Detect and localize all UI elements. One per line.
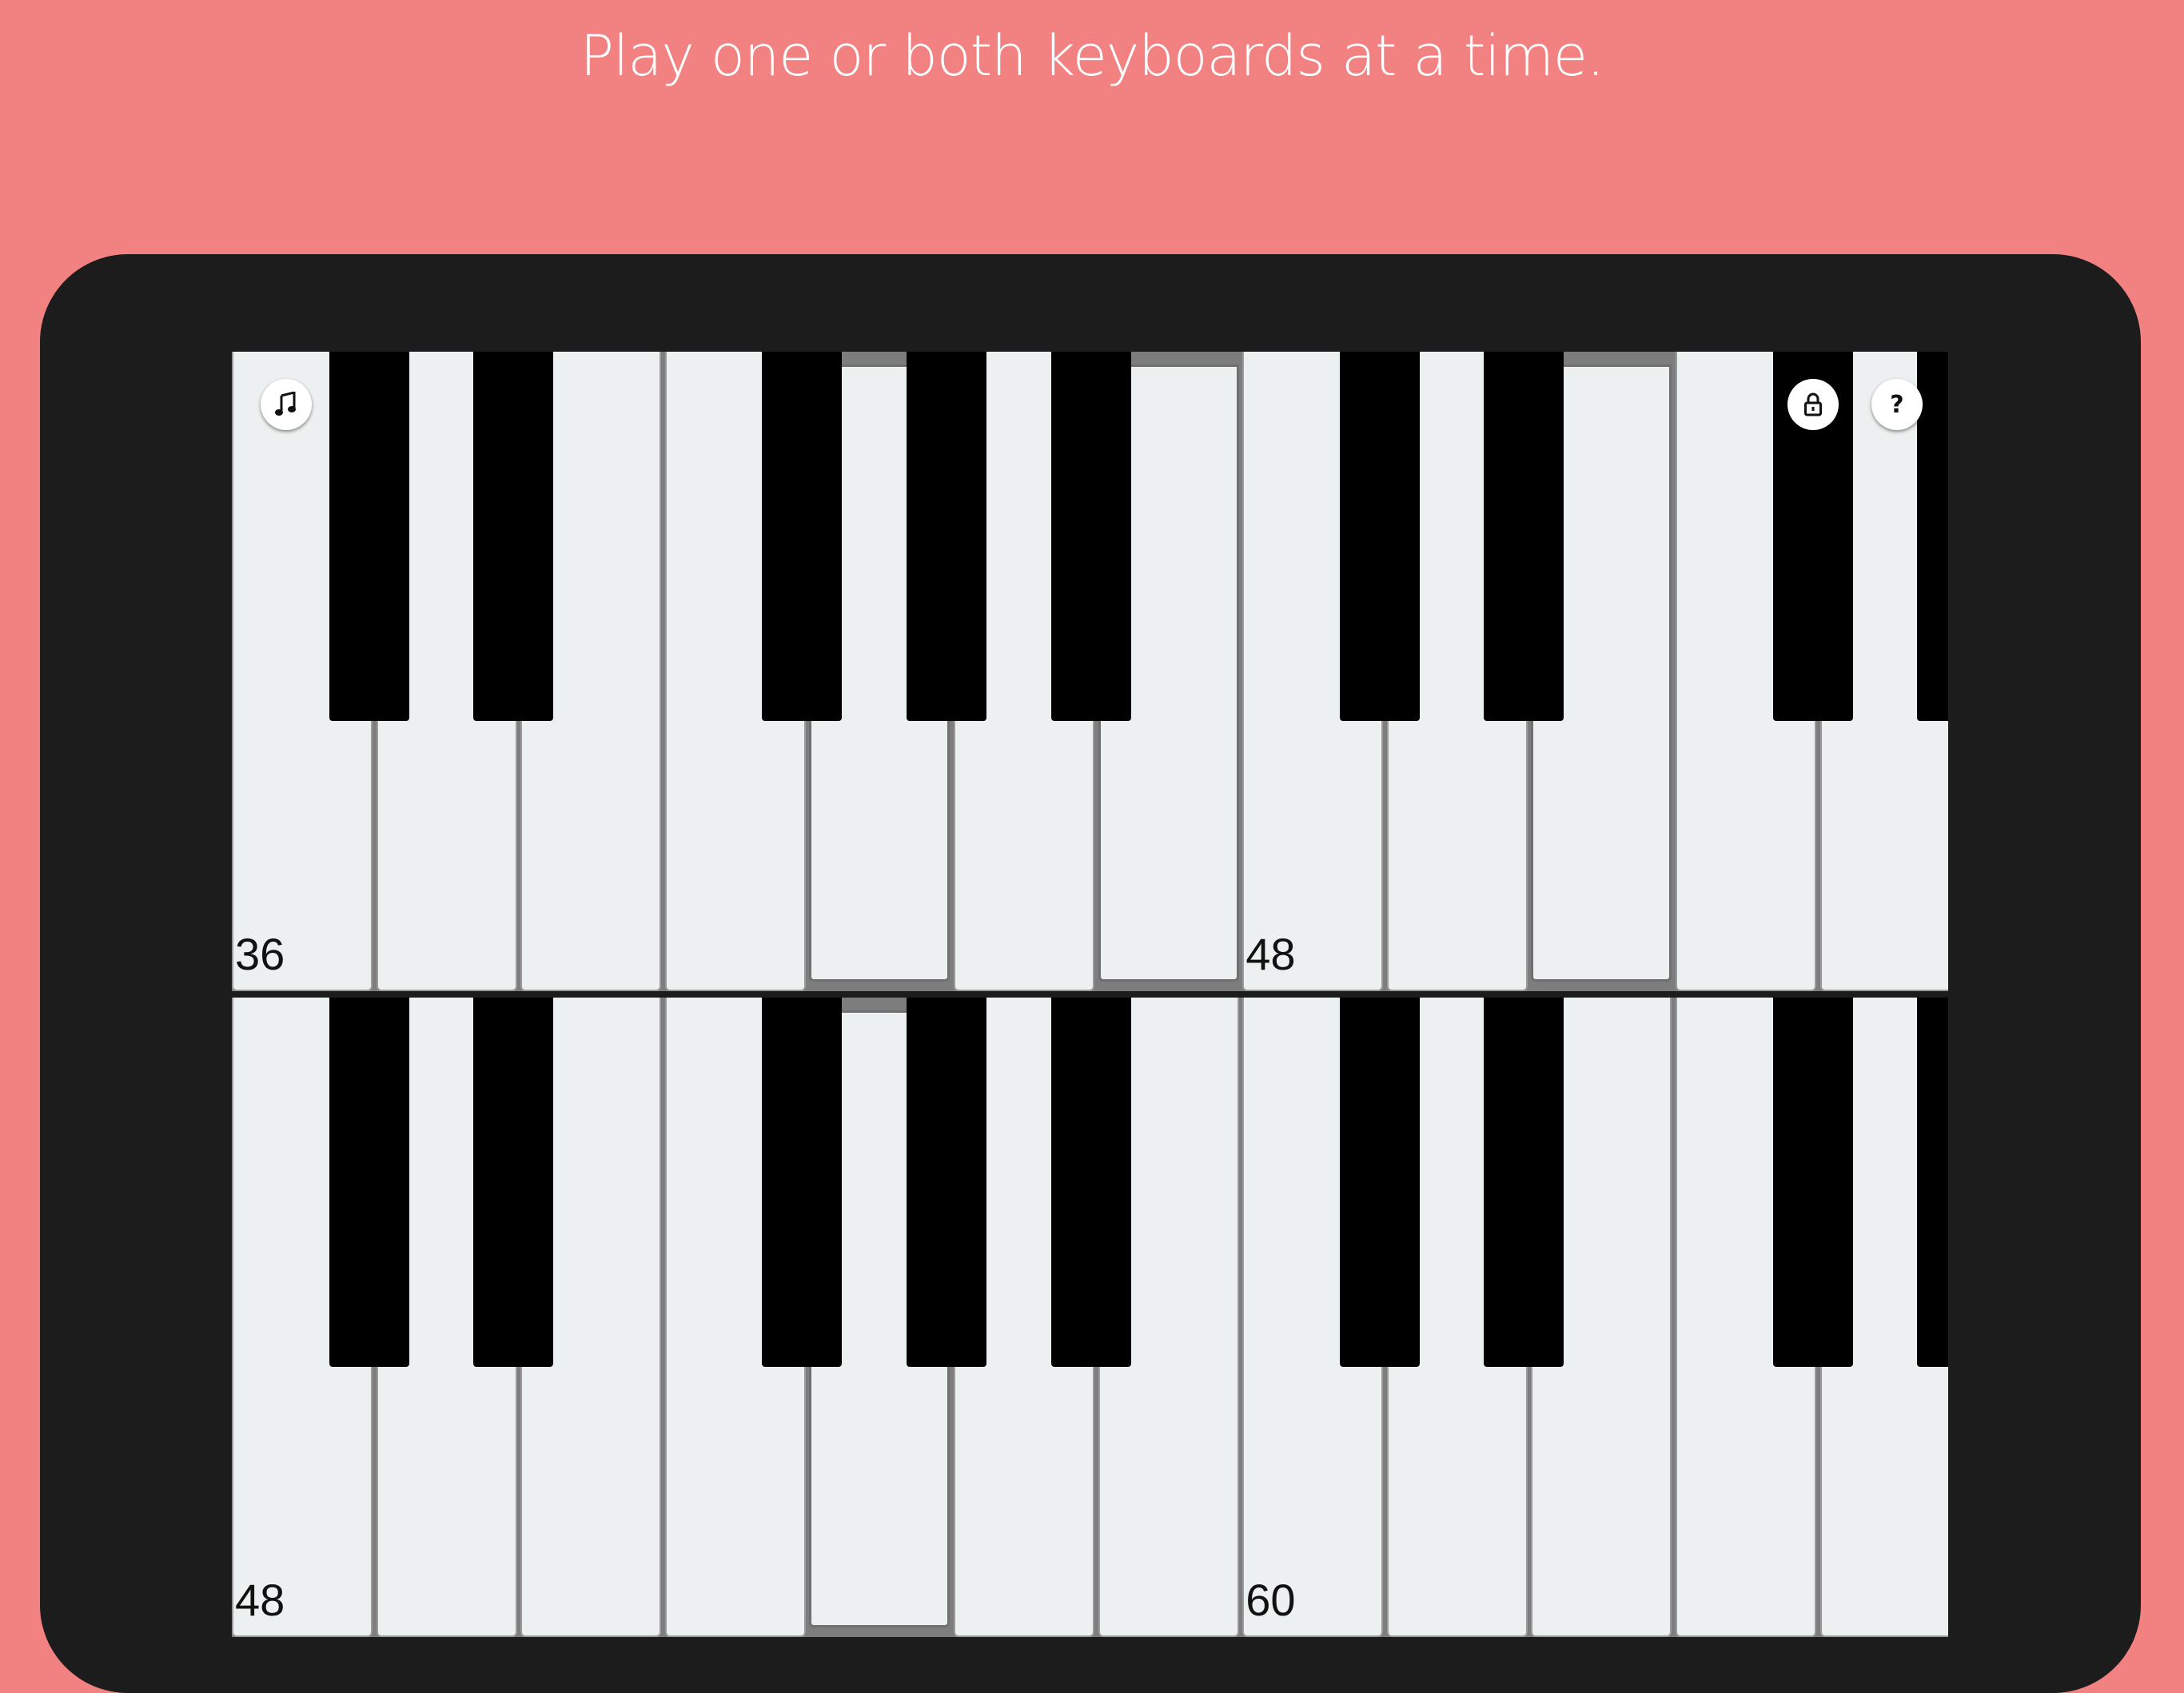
black-key[interactable]: [762, 352, 843, 721]
note-number-label: 48: [235, 1575, 285, 1625]
black-key[interactable]: [1484, 352, 1564, 721]
instruction-caption: Play one or both keyboards at a time.: [580, 23, 1604, 89]
note-number-label: 60: [1245, 1575, 1296, 1625]
note-number-label: 48: [1245, 929, 1296, 979]
black-key[interactable]: [907, 352, 986, 721]
black-key[interactable]: [329, 998, 409, 1367]
black-key[interactable]: [473, 998, 554, 1367]
black-key[interactable]: [1339, 352, 1420, 721]
help-icon: ?: [1890, 390, 1904, 419]
help-button[interactable]: ?: [1871, 379, 1923, 430]
note-number-label: 36: [235, 929, 285, 979]
app-screen: 36 48 48 60 ?: [232, 352, 1948, 1637]
lower-keyboard: 48 60: [232, 998, 1948, 1637]
lock-button[interactable]: [1787, 379, 1839, 430]
black-key[interactable]: [1050, 998, 1131, 1367]
black-key[interactable]: [1772, 998, 1853, 1367]
black-key[interactable]: [1484, 998, 1564, 1367]
lock-icon: [1804, 392, 1822, 416]
sound-button[interactable]: [261, 379, 312, 430]
black-key[interactable]: [1050, 352, 1131, 721]
music-note-icon: [275, 392, 296, 416]
black-key[interactable]: [1917, 998, 1948, 1367]
black-key[interactable]: [473, 352, 554, 721]
upper-keyboard: 36 48: [232, 352, 1948, 991]
black-key[interactable]: [762, 998, 843, 1367]
black-key[interactable]: [1339, 998, 1420, 1367]
black-key[interactable]: [329, 352, 409, 721]
black-key[interactable]: [907, 998, 986, 1367]
